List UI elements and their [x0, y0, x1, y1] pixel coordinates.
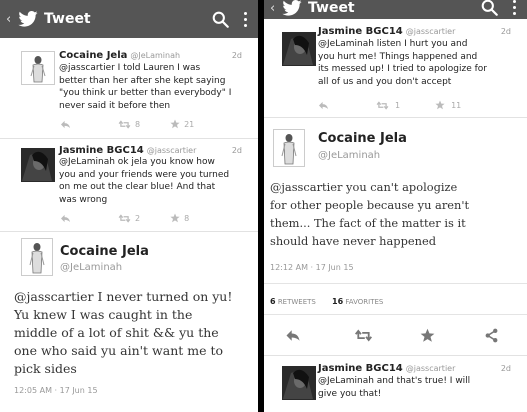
favorite-star-icon[interactable] [170, 119, 180, 129]
avatar[interactable] [273, 129, 305, 167]
tweet-text: @JeLaminah ok jela you know how you and … [59, 157, 230, 205]
avatar[interactable] [21, 51, 55, 85]
author-name[interactable]: Cocaine Jela [60, 244, 149, 259]
reply-icon[interactable] [60, 120, 71, 129]
retweet-stats[interactable]: 6 RETWEETS [270, 297, 316, 306]
twitter-bird-icon[interactable] [282, 0, 302, 16]
author-name: Jasmine BGC14 [318, 363, 403, 374]
overflow-menu-icon[interactable] [244, 11, 248, 27]
tweet-time: 2d [231, 51, 242, 60]
author-handle: @JeLaminah [130, 51, 181, 60]
tweet-text: @JeLaminah listen I hurt you and you hur… [318, 39, 487, 87]
author-handle: @jasscartier [146, 146, 197, 155]
favorites-count: 16 [332, 297, 344, 306]
favorite-count: 8 [184, 213, 190, 223]
tweet-author[interactable]: Jasmine BGC14 @jasscartier [59, 145, 196, 156]
top-app-bar: ‹ Tweet [264, 0, 527, 19]
tweet-timestamp: 12:05 AM · 17 Jun 15 [14, 386, 98, 395]
favorite-star-icon[interactable] [170, 213, 180, 223]
favorite-count: 21 [184, 119, 195, 129]
retweet-icon[interactable] [354, 329, 373, 342]
author-handle: @jasscartier [405, 364, 456, 373]
retweet-icon[interactable] [118, 213, 131, 223]
screen-title: Tweet [44, 11, 91, 27]
author-name: Cocaine Jela [59, 50, 128, 61]
avatar[interactable] [21, 148, 55, 182]
retweet-icon[interactable] [376, 100, 389, 110]
focused-tweet: Cocaine Jela @JeLaminah @jasscartier I n… [0, 231, 258, 412]
tweet-item[interactable]: Cocaine Jela @JeLaminah 2d @jasscartier I… [0, 38, 258, 139]
tweet-actions: 8 21 [60, 119, 194, 129]
favorite-star-icon[interactable] [435, 100, 445, 110]
tweet-text: @jasscartier I told Lauren I was better … [59, 63, 232, 111]
overflow-menu-icon[interactable] [513, 0, 517, 15]
favorite-star-icon[interactable] [420, 328, 435, 343]
reply-icon[interactable] [60, 214, 71, 223]
search-icon[interactable] [212, 11, 229, 28]
author-handle[interactable]: @JeLaminah [318, 150, 380, 161]
tweet-actions: 2 8 [60, 213, 189, 223]
author-name: Jasmine BGC14 [318, 26, 403, 37]
avatar[interactable] [21, 238, 53, 276]
retweet-count: 1 [395, 100, 401, 110]
twitter-bird-icon[interactable] [18, 11, 38, 27]
tweet-time: 2d [500, 364, 511, 373]
tweet-text: @JeLaminah and that's true! I will give … [318, 376, 471, 399]
search-icon[interactable] [481, 0, 498, 16]
share-icon[interactable] [484, 328, 499, 343]
tweet-time: 2d [500, 27, 511, 36]
right-screen: ‹ Tweet Jasmine BGC14 @jasscartier 2d @Je… [264, 0, 527, 412]
retweet-icon[interactable] [118, 119, 131, 129]
back-chevron-icon[interactable]: ‹ [6, 12, 18, 27]
tweet-text: @jasscartier you can't apologize for oth… [270, 180, 470, 248]
avatar[interactable] [282, 32, 316, 66]
divider [264, 314, 527, 315]
tweet-item[interactable]: Jasmine BGC14 @jasscartier 2d @JeLaminah … [0, 138, 258, 232]
tweet-text: @jasscartier I never turned on yu! Yu kn… [14, 289, 233, 376]
tweet-time: 2d [231, 146, 242, 155]
tweet-item[interactable]: Jasmine BGC14 @jasscartier 2d @JeLaminah … [264, 355, 527, 412]
favorites-label: FAVORITES [345, 298, 384, 306]
back-chevron-icon[interactable]: ‹ [270, 1, 282, 16]
screen-title: Tweet [308, 0, 355, 16]
favorite-stats[interactable]: 16 FAVORITES [332, 297, 383, 306]
top-app-bar: ‹ Tweet [0, 0, 258, 38]
retweet-count: 8 [135, 119, 141, 129]
focused-tweet: Cocaine Jela @JeLaminah @jasscartier you… [264, 117, 527, 356]
tweet-item[interactable]: Jasmine BGC14 @jasscartier 2d @JeLaminah … [264, 19, 527, 118]
favorite-count: 11 [451, 100, 462, 110]
retweets-label: RETWEETS [277, 298, 316, 306]
tweet-timestamp: 12:12 AM · 17 Jun 15 [270, 263, 354, 272]
reply-icon[interactable] [318, 101, 329, 110]
tweet-author[interactable]: Jasmine BGC14 @jasscartier [318, 363, 455, 374]
tweet-author[interactable]: Jasmine BGC14 @jasscartier [318, 26, 455, 37]
author-handle[interactable]: @JeLaminah [60, 262, 122, 273]
retweet-count: 2 [135, 213, 141, 223]
author-name[interactable]: Cocaine Jela [318, 131, 407, 146]
left-screen: ‹ Tweet Cocaine Jela @JeLaminah 2d @jassc… [0, 0, 258, 412]
tweet-author[interactable]: Cocaine Jela @JeLaminah [59, 50, 180, 61]
avatar[interactable] [282, 366, 316, 400]
divider [264, 283, 527, 284]
reply-icon[interactable] [284, 329, 302, 342]
author-handle: @jasscartier [405, 27, 456, 36]
tweet-actions: 1 11 [318, 100, 461, 110]
retweets-count: 6 [270, 297, 276, 306]
author-name: Jasmine BGC14 [59, 145, 144, 156]
